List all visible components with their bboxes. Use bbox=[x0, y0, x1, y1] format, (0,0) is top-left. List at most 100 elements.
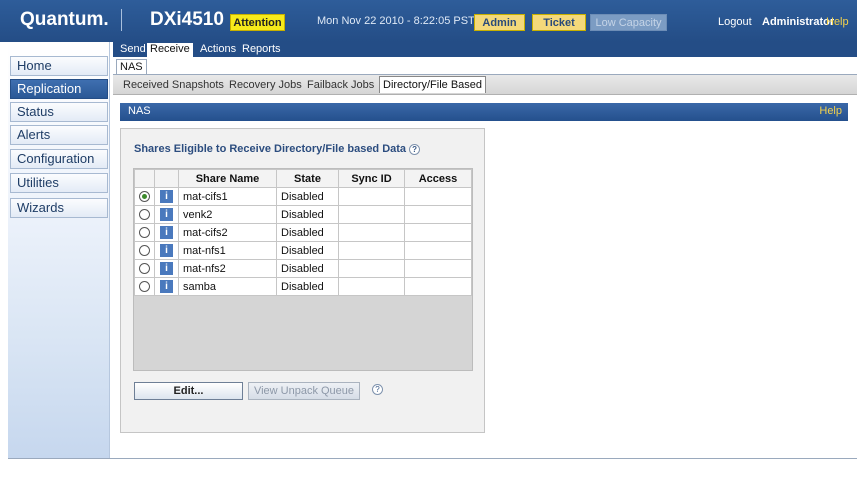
sidebar-nav: Home Replication Status Alerts Configura… bbox=[8, 42, 110, 458]
table-row[interactable]: i mat-cifs1 Disabled bbox=[134, 187, 472, 206]
column-header-access[interactable]: Access bbox=[404, 169, 472, 188]
shares-table: Share Name State Sync ID Access i mat-ci… bbox=[134, 169, 472, 296]
share-name-cell: samba bbox=[178, 277, 277, 296]
low-capacity-button[interactable]: Low Capacity bbox=[590, 14, 667, 31]
info-icon[interactable]: i bbox=[160, 226, 173, 239]
row-info-cell: i bbox=[154, 205, 179, 224]
footer-left bbox=[8, 458, 113, 480]
row-select-cell bbox=[134, 259, 155, 278]
row-radio[interactable] bbox=[139, 245, 150, 257]
content-footer bbox=[113, 458, 857, 480]
tab-receive[interactable]: Receive bbox=[147, 43, 193, 57]
tab-actions[interactable]: Actions bbox=[197, 43, 239, 57]
tab-directory-file-based[interactable]: Directory/File Based bbox=[379, 76, 487, 93]
share-name-cell: mat-nfs2 bbox=[178, 259, 277, 278]
sync-id-cell bbox=[338, 205, 405, 224]
sidebar-item-home[interactable]: Home bbox=[10, 56, 108, 76]
logout-link[interactable]: Logout bbox=[718, 16, 752, 28]
tab-reports[interactable]: Reports bbox=[239, 43, 284, 57]
access-cell bbox=[404, 259, 472, 278]
product-name: DXi4510 bbox=[150, 9, 224, 30]
info-column-header bbox=[154, 169, 179, 188]
sidebar-item-utilities[interactable]: Utilities bbox=[10, 173, 108, 193]
row-info-cell: i bbox=[154, 187, 179, 206]
access-cell bbox=[404, 223, 472, 242]
sub-tab-bar: Received Snapshots Recovery Jobs Failbac… bbox=[113, 75, 857, 95]
row-radio-selected[interactable] bbox=[139, 191, 150, 203]
row-info-cell: i bbox=[154, 277, 179, 296]
header-divider bbox=[121, 9, 122, 31]
state-cell: Disabled bbox=[276, 277, 339, 296]
top-header-bar: Quantum. DXi4510 Attention Mon Nov 22 20… bbox=[0, 0, 857, 42]
info-icon[interactable]: i bbox=[160, 208, 173, 221]
section-title: NAS bbox=[128, 105, 151, 117]
state-cell: Disabled bbox=[276, 223, 339, 242]
help-icon[interactable]: ? bbox=[409, 144, 421, 155]
access-cell bbox=[404, 241, 472, 260]
row-select-cell bbox=[134, 277, 155, 296]
info-icon[interactable]: i bbox=[160, 190, 173, 203]
sidebar-item-replication[interactable]: Replication bbox=[10, 79, 108, 99]
share-name-cell: mat-cifs2 bbox=[178, 223, 277, 242]
current-user: Administrator bbox=[762, 16, 835, 28]
tab-nas[interactable]: NAS bbox=[116, 59, 147, 74]
panel-title-text: Shares Eligible to Receive Directory/Fil… bbox=[134, 143, 407, 155]
brand-logo: Quantum. bbox=[20, 9, 109, 30]
column-header-share-name[interactable]: Share Name bbox=[178, 169, 277, 188]
select-column-header bbox=[134, 169, 155, 188]
tab-send[interactable]: Send bbox=[117, 43, 149, 57]
section-help-link[interactable]: Help bbox=[819, 105, 842, 117]
state-cell: Disabled bbox=[276, 187, 339, 206]
sidebar-item-wizards[interactable]: Wizards bbox=[10, 198, 108, 218]
tab-failback-jobs[interactable]: Failback Jobs bbox=[307, 79, 374, 91]
table-row[interactable]: i mat-nfs2 Disabled bbox=[134, 259, 472, 278]
row-radio[interactable] bbox=[139, 209, 150, 221]
info-icon[interactable]: i bbox=[160, 244, 173, 257]
access-cell bbox=[404, 187, 472, 206]
column-header-state[interactable]: State bbox=[276, 169, 339, 188]
view-unpack-queue-button[interactable]: View Unpack Queue bbox=[248, 382, 360, 400]
ticket-button[interactable]: Ticket bbox=[532, 14, 586, 31]
table-row[interactable]: i mat-nfs1 Disabled bbox=[134, 241, 472, 260]
state-cell: Disabled bbox=[276, 259, 339, 278]
row-select-cell bbox=[134, 241, 155, 260]
nas-tab-bar: NAS bbox=[113, 57, 857, 75]
row-radio[interactable] bbox=[139, 281, 150, 293]
section-header: NAS Help bbox=[120, 103, 848, 121]
sidebar-item-configuration[interactable]: Configuration bbox=[10, 149, 108, 169]
info-icon[interactable]: i bbox=[160, 280, 173, 293]
edit-button[interactable]: Edit... bbox=[134, 382, 243, 400]
share-name-cell: mat-cifs1 bbox=[178, 187, 277, 206]
admin-button[interactable]: Admin bbox=[474, 14, 525, 31]
shares-panel: Shares Eligible to Receive Directory/Fil… bbox=[120, 128, 485, 433]
row-select-cell bbox=[134, 205, 155, 224]
state-cell: Disabled bbox=[276, 205, 339, 224]
share-name-cell: mat-nfs1 bbox=[178, 241, 277, 260]
table-row[interactable]: i venk2 Disabled bbox=[134, 205, 472, 224]
row-select-cell bbox=[134, 187, 155, 206]
row-info-cell: i bbox=[154, 223, 179, 242]
info-icon[interactable]: i bbox=[160, 262, 173, 275]
tab-received-snapshots[interactable]: Received Snapshots bbox=[123, 79, 224, 91]
table-row[interactable]: i samba Disabled bbox=[134, 277, 472, 296]
help-icon[interactable]: ? bbox=[372, 384, 383, 395]
system-datetime: Mon Nov 22 2010 - 8:22:05 PST bbox=[317, 15, 475, 27]
table-header-row: Share Name State Sync ID Access bbox=[134, 169, 472, 188]
row-radio[interactable] bbox=[139, 227, 150, 239]
column-header-sync-id[interactable]: Sync ID bbox=[338, 169, 405, 188]
sync-id-cell bbox=[338, 223, 405, 242]
sync-id-cell bbox=[338, 259, 405, 278]
sync-id-cell bbox=[338, 241, 405, 260]
sidebar-item-alerts[interactable]: Alerts bbox=[10, 125, 108, 145]
sidebar-item-status[interactable]: Status bbox=[10, 102, 108, 122]
access-cell bbox=[404, 205, 472, 224]
row-select-cell bbox=[134, 223, 155, 242]
sync-id-cell bbox=[338, 277, 405, 296]
attention-button[interactable]: Attention bbox=[230, 14, 285, 31]
tab-recovery-jobs[interactable]: Recovery Jobs bbox=[229, 79, 302, 91]
sync-id-cell bbox=[338, 187, 405, 206]
row-info-cell: i bbox=[154, 259, 179, 278]
row-radio[interactable] bbox=[139, 263, 150, 275]
table-row[interactable]: i mat-cifs2 Disabled bbox=[134, 223, 472, 242]
help-link[interactable]: Help bbox=[826, 16, 849, 28]
